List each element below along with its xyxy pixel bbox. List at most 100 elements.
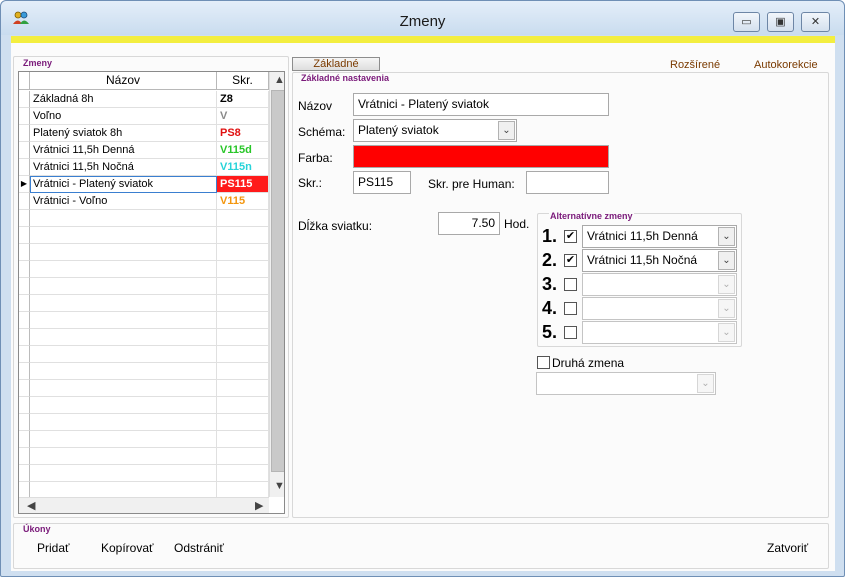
- empty-table-row[interactable]: [19, 397, 269, 414]
- row-code-cell[interactable]: [217, 329, 269, 346]
- row-name-cell[interactable]: [30, 448, 217, 465]
- row-name-cell[interactable]: Vrátnici - Platený sviatok: [30, 176, 217, 193]
- row-code-cell[interactable]: V115n: [217, 159, 269, 176]
- empty-table-row[interactable]: [19, 329, 269, 346]
- scroll-up-arrow-icon[interactable]: ▲: [274, 74, 284, 86]
- maximize-button[interactable]: ▣: [767, 12, 794, 32]
- table-row[interactable]: Vrátnici 11,5h Denná V115d: [19, 142, 269, 159]
- empty-table-row[interactable]: [19, 448, 269, 465]
- scroll-left-arrow-icon[interactable]: ◀: [27, 499, 35, 512]
- table-row[interactable]: Vrátnici - Voľno V115: [19, 193, 269, 210]
- empty-table-row[interactable]: [19, 295, 269, 312]
- row-code-cell[interactable]: [217, 431, 269, 448]
- horizontal-scrollbar[interactable]: ◀ ▶: [19, 497, 269, 513]
- chevron-down-icon[interactable]: ⌄: [718, 323, 735, 342]
- vertical-scroll-thumb[interactable]: [271, 90, 284, 472]
- add-button[interactable]: Pridať: [37, 541, 70, 555]
- table-row[interactable]: ▶ Vrátnici - Platený sviatok PS115: [19, 176, 269, 193]
- tab-extended[interactable]: Rozšírené: [670, 59, 720, 71]
- scroll-down-arrow-icon[interactable]: ▼: [274, 480, 284, 492]
- close-button[interactable]: Zatvoriť: [767, 541, 808, 555]
- copy-button[interactable]: Kopírovať: [101, 541, 154, 555]
- empty-table-row[interactable]: [19, 278, 269, 295]
- alt-shift-checkbox[interactable]: [564, 302, 577, 315]
- code-field[interactable]: PS115: [353, 171, 411, 194]
- alt-shift-checkbox[interactable]: ✔: [564, 254, 577, 267]
- row-code-cell[interactable]: [217, 397, 269, 414]
- alt-shift-checkbox[interactable]: [564, 278, 577, 291]
- row-name-cell[interactable]: [30, 244, 217, 261]
- empty-table-row[interactable]: [19, 346, 269, 363]
- row-code-cell[interactable]: [217, 244, 269, 261]
- row-code-cell[interactable]: [217, 295, 269, 312]
- scroll-right-arrow-icon[interactable]: ▶: [255, 499, 263, 512]
- table-row[interactable]: Vrátnici 11,5h Nočná V115n: [19, 159, 269, 176]
- empty-table-row[interactable]: [19, 210, 269, 227]
- alt-shift-select[interactable]: Vrátnici 11,5h Nočná ⌄: [582, 249, 737, 272]
- table-row[interactable]: Základná 8h Z8: [19, 91, 269, 108]
- alt-shift-checkbox[interactable]: ✔: [564, 230, 577, 243]
- chevron-down-icon[interactable]: ⌄: [498, 121, 515, 140]
- row-name-cell[interactable]: [30, 278, 217, 295]
- table-row[interactable]: Platený sviatok 8h PS8: [19, 125, 269, 142]
- row-name-cell[interactable]: [30, 465, 217, 482]
- close-window-button[interactable]: ✕: [801, 12, 830, 32]
- row-name-cell[interactable]: [30, 227, 217, 244]
- row-code-cell[interactable]: [217, 312, 269, 329]
- empty-table-row[interactable]: [19, 261, 269, 278]
- color-swatch[interactable]: [353, 145, 609, 168]
- empty-table-row[interactable]: [19, 244, 269, 261]
- alt-shift-select[interactable]: ⌄: [582, 297, 737, 320]
- row-code-cell[interactable]: [217, 448, 269, 465]
- alt-shift-select[interactable]: ⌄: [582, 273, 737, 296]
- second-shift-select[interactable]: ⌄: [536, 372, 716, 395]
- row-code-cell[interactable]: [217, 465, 269, 482]
- row-code-cell[interactable]: PS8: [217, 125, 269, 142]
- row-name-cell[interactable]: Základná 8h: [30, 91, 217, 108]
- alt-shift-select[interactable]: ⌄: [582, 321, 737, 344]
- chevron-down-icon[interactable]: ⌄: [718, 275, 735, 294]
- alt-shift-select[interactable]: Vrátnici 11,5h Denná ⌄: [582, 225, 737, 248]
- row-name-cell[interactable]: [30, 261, 217, 278]
- row-name-cell[interactable]: [30, 363, 217, 380]
- row-name-cell[interactable]: [30, 380, 217, 397]
- holiday-length-field[interactable]: 7.50: [438, 212, 500, 235]
- row-name-cell[interactable]: [30, 295, 217, 312]
- row-code-cell[interactable]: [217, 278, 269, 295]
- row-name-cell[interactable]: Vrátnici 11,5h Denná: [30, 142, 217, 159]
- table-row[interactable]: Voľno V: [19, 108, 269, 125]
- row-code-cell[interactable]: [217, 227, 269, 244]
- empty-table-row[interactable]: [19, 465, 269, 482]
- row-name-cell[interactable]: Voľno: [30, 108, 217, 125]
- empty-table-row[interactable]: [19, 431, 269, 448]
- empty-table-row[interactable]: [19, 363, 269, 380]
- name-field[interactable]: Vrátnici - Platený sviatok: [353, 93, 609, 116]
- row-name-cell[interactable]: Platený sviatok 8h: [30, 125, 217, 142]
- row-name-cell[interactable]: [30, 397, 217, 414]
- empty-table-row[interactable]: [19, 380, 269, 397]
- tab-basic[interactable]: Základné: [292, 57, 380, 71]
- chevron-down-icon[interactable]: ⌄: [718, 299, 735, 318]
- empty-table-row[interactable]: [19, 414, 269, 431]
- chevron-down-icon[interactable]: ⌄: [718, 227, 735, 246]
- row-name-cell[interactable]: [30, 431, 217, 448]
- vertical-scrollbar[interactable]: ▲ ▼: [269, 72, 284, 497]
- row-name-cell[interactable]: [30, 414, 217, 431]
- row-code-cell[interactable]: [217, 210, 269, 227]
- row-name-cell[interactable]: [30, 346, 217, 363]
- column-header-code[interactable]: Skr.: [217, 72, 269, 90]
- row-name-cell[interactable]: Vrátnici 11,5h Nočná: [30, 159, 217, 176]
- row-code-cell[interactable]: [217, 380, 269, 397]
- alt-shift-checkbox[interactable]: [564, 326, 577, 339]
- row-name-cell[interactable]: [30, 312, 217, 329]
- row-code-cell[interactable]: V: [217, 108, 269, 125]
- chevron-down-icon[interactable]: ⌄: [697, 374, 714, 393]
- empty-table-row[interactable]: [19, 312, 269, 329]
- remove-button[interactable]: Odstrániť: [174, 541, 224, 555]
- row-code-cell[interactable]: [217, 346, 269, 363]
- row-code-cell[interactable]: [217, 261, 269, 278]
- tab-autocorrection[interactable]: Autokorekcie: [754, 59, 818, 71]
- chevron-down-icon[interactable]: ⌄: [718, 251, 735, 270]
- second-shift-checkbox[interactable]: [537, 356, 550, 369]
- row-name-cell[interactable]: [30, 329, 217, 346]
